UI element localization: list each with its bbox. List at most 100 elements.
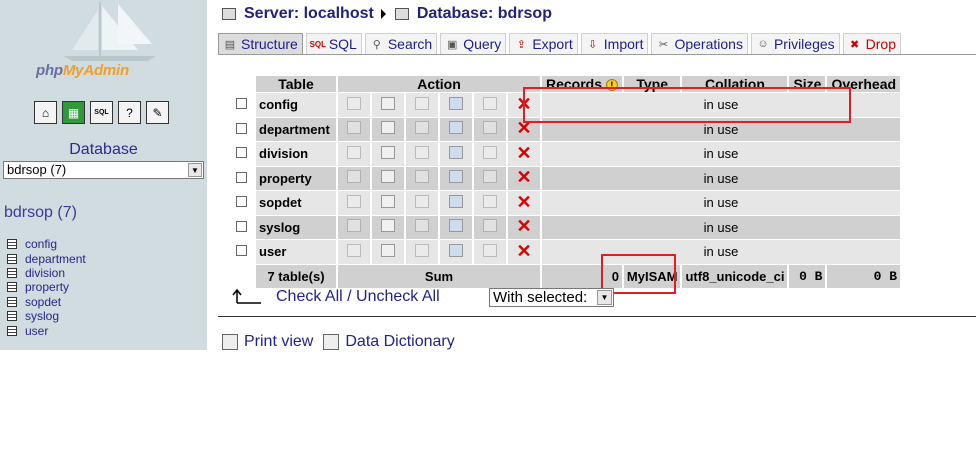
phpmyadmin-logo[interactable]: phpMyAdmin (20, 0, 180, 88)
table-icon[interactable] (7, 239, 17, 250)
table-icon[interactable] (7, 267, 17, 278)
tab-bar: ▤ Structure SQL SQL ⚲ Search ▣ Query ⇪ Export… (218, 33, 904, 54)
structure-icon[interactable] (381, 96, 395, 110)
table-name[interactable]: division (256, 142, 336, 166)
check-all-link[interactable]: Check All / Uncheck All (276, 288, 440, 306)
empty-icon[interactable] (483, 96, 497, 110)
empty-icon[interactable] (483, 121, 497, 135)
search-icon[interactable] (415, 243, 429, 257)
structure-icon[interactable] (381, 194, 395, 208)
row-checkbox[interactable] (235, 220, 247, 232)
server-link[interactable]: Server: localhost (244, 5, 374, 23)
row-checkbox[interactable] (235, 196, 247, 208)
tab-query[interactable]: ▣ Query (440, 33, 507, 54)
browse-icon[interactable] (347, 170, 361, 184)
empty-icon[interactable] (483, 170, 497, 184)
docs-icon[interactable]: ? (118, 101, 141, 124)
structure-icon[interactable] (381, 243, 395, 257)
left-table-item[interactable]: user (7, 323, 86, 338)
structure-icon[interactable] (381, 219, 395, 233)
database-select[interactable]: bdrsop (7) ▼ (3, 161, 204, 179)
table-icon[interactable] (7, 253, 17, 264)
table-icon[interactable] (7, 296, 17, 307)
database-link[interactable]: Database: bdrsop (417, 5, 552, 23)
browse-icon[interactable] (347, 121, 361, 135)
database-heading-link[interactable]: bdrsop (7) (4, 204, 77, 222)
table-name[interactable]: user (256, 240, 336, 264)
tab-export[interactable]: ⇪ Export (509, 33, 578, 54)
drop-icon[interactable]: ✕ (516, 241, 531, 261)
empty-icon[interactable] (483, 194, 497, 208)
search-icon[interactable] (415, 145, 429, 159)
chevron-down-icon[interactable]: ▼ (188, 163, 202, 177)
print-view-link[interactable]: Print view (244, 333, 313, 351)
left-table-item[interactable]: sopdet (7, 295, 86, 309)
sql-icon[interactable]: SQL (90, 101, 113, 124)
tab-sql[interactable]: SQL SQL (305, 33, 362, 54)
summary-size: 0 B (789, 264, 826, 288)
home-icon[interactable]: ⌂ (34, 101, 57, 124)
row-checkbox[interactable] (235, 171, 247, 183)
table-icon[interactable] (7, 325, 17, 336)
table-name[interactable]: department (256, 117, 336, 141)
structure-icon[interactable] (381, 145, 395, 159)
insert-icon[interactable] (449, 194, 463, 208)
tab-import[interactable]: ⇩ Import (580, 33, 649, 54)
table-name[interactable]: property (256, 166, 336, 190)
divider (218, 316, 976, 317)
left-table-item[interactable]: division (7, 266, 86, 280)
table-icon[interactable] (7, 282, 17, 293)
data-dictionary-link[interactable]: Data Dictionary (345, 333, 454, 351)
search-icon[interactable] (415, 96, 429, 110)
insert-icon[interactable] (449, 219, 463, 233)
left-table-item[interactable]: config (7, 237, 86, 251)
table-name[interactable]: sopdet (256, 191, 336, 215)
row-checkbox[interactable] (235, 122, 247, 134)
table-icon[interactable] (7, 311, 17, 322)
structure-icon[interactable] (381, 121, 395, 135)
row-checkbox[interactable] (235, 245, 247, 257)
tab-structure[interactable]: ▤ Structure (218, 33, 303, 54)
left-table-item[interactable]: department (7, 251, 86, 266)
col-table[interactable]: Table (256, 76, 336, 92)
with-selected-select[interactable]: With selected: ▼ (489, 288, 614, 307)
insert-icon[interactable] (449, 121, 463, 135)
left-table-item[interactable]: syslog (7, 309, 86, 323)
insert-icon[interactable] (449, 243, 463, 257)
drop-icon[interactable]: ✕ (516, 192, 531, 212)
search-icon[interactable] (415, 121, 429, 135)
empty-icon[interactable] (483, 243, 497, 257)
insert-icon[interactable] (449, 96, 463, 110)
tab-operations[interactable]: ✂ Operations (651, 33, 748, 54)
sailboat-icon (64, 2, 156, 61)
chevron-down-icon[interactable]: ▼ (597, 290, 612, 305)
browse-icon[interactable] (347, 243, 361, 257)
empty-icon[interactable] (483, 219, 497, 233)
insert-icon[interactable] (449, 170, 463, 184)
quick-icons-row: ⌂ ▦ SQL ? ✎ (34, 101, 169, 124)
table-row: user ✕ in use (228, 240, 901, 264)
left-table-item[interactable]: property (7, 280, 86, 294)
query-window-icon[interactable]: ▦ (62, 101, 85, 124)
drop-icon[interactable]: ✕ (516, 143, 531, 163)
insert-icon[interactable] (449, 145, 463, 159)
tab-search[interactable]: ⚲ Search (364, 33, 438, 54)
drop-icon[interactable]: ✕ (516, 167, 531, 187)
table-name[interactable]: config (256, 93, 336, 117)
row-checkbox[interactable] (235, 98, 247, 110)
drop-icon[interactable]: ✕ (516, 216, 531, 236)
browse-icon[interactable] (347, 96, 361, 110)
search-icon[interactable] (415, 219, 429, 233)
structure-icon[interactable] (381, 170, 395, 184)
browse-icon[interactable] (347, 219, 361, 233)
tab-privileges[interactable]: ☺ Privileges (750, 33, 840, 54)
search-icon[interactable] (415, 194, 429, 208)
browse-icon[interactable] (347, 194, 361, 208)
search-icon[interactable] (415, 170, 429, 184)
help-icon[interactable]: ✎ (146, 101, 169, 124)
empty-icon[interactable] (483, 145, 497, 159)
tab-drop[interactable]: ✖ Drop (842, 33, 902, 54)
browse-icon[interactable] (347, 145, 361, 159)
table-name[interactable]: syslog (256, 215, 336, 239)
row-checkbox[interactable] (235, 147, 247, 159)
